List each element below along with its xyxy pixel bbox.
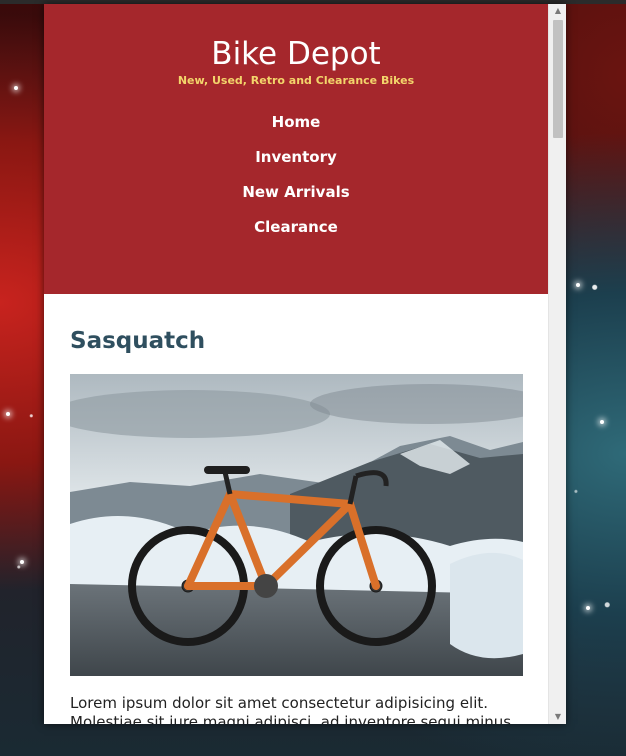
- site-title: Bike Depot: [211, 36, 381, 72]
- nav-item-inventory[interactable]: Inventory: [44, 140, 548, 175]
- bike-photo-illustration: [70, 374, 523, 676]
- scrollbar-thumb[interactable]: [553, 20, 563, 138]
- star-decoration: [20, 560, 24, 564]
- star-decoration: [586, 606, 590, 610]
- nav-item-home[interactable]: Home: [44, 105, 548, 140]
- article-title: Sasquatch: [70, 328, 206, 354]
- page-viewport[interactable]: Bike Depot New, Used, Retro and Clearanc…: [44, 4, 548, 724]
- browser-window: Bike Depot New, Used, Retro and Clearanc…: [44, 4, 566, 724]
- main-content: Sasquatch Lorem ipsum dolor sit amet con…: [44, 294, 548, 724]
- star-decoration: [6, 412, 10, 416]
- nav-item-clearance[interactable]: Clearance: [44, 210, 548, 245]
- article-body: Lorem ipsum dolor sit amet consectetur a…: [70, 694, 512, 724]
- chevron-up-icon[interactable]: ▲: [549, 4, 566, 18]
- site-header: Bike Depot New, Used, Retro and Clearanc…: [44, 4, 548, 294]
- star-decoration: [576, 283, 580, 287]
- star-decoration: [600, 420, 604, 424]
- bike-photo: [70, 374, 523, 676]
- nav-item-new-arrivals[interactable]: New Arrivals: [44, 175, 548, 210]
- vertical-scrollbar[interactable]: ▲ ▼: [548, 4, 566, 724]
- star-decoration: [14, 86, 18, 90]
- main-nav: Home Inventory New Arrivals Clearance: [44, 105, 548, 245]
- site-tagline: New, Used, Retro and Clearance Bikes: [177, 74, 415, 87]
- chevron-down-icon[interactable]: ▼: [549, 710, 566, 724]
